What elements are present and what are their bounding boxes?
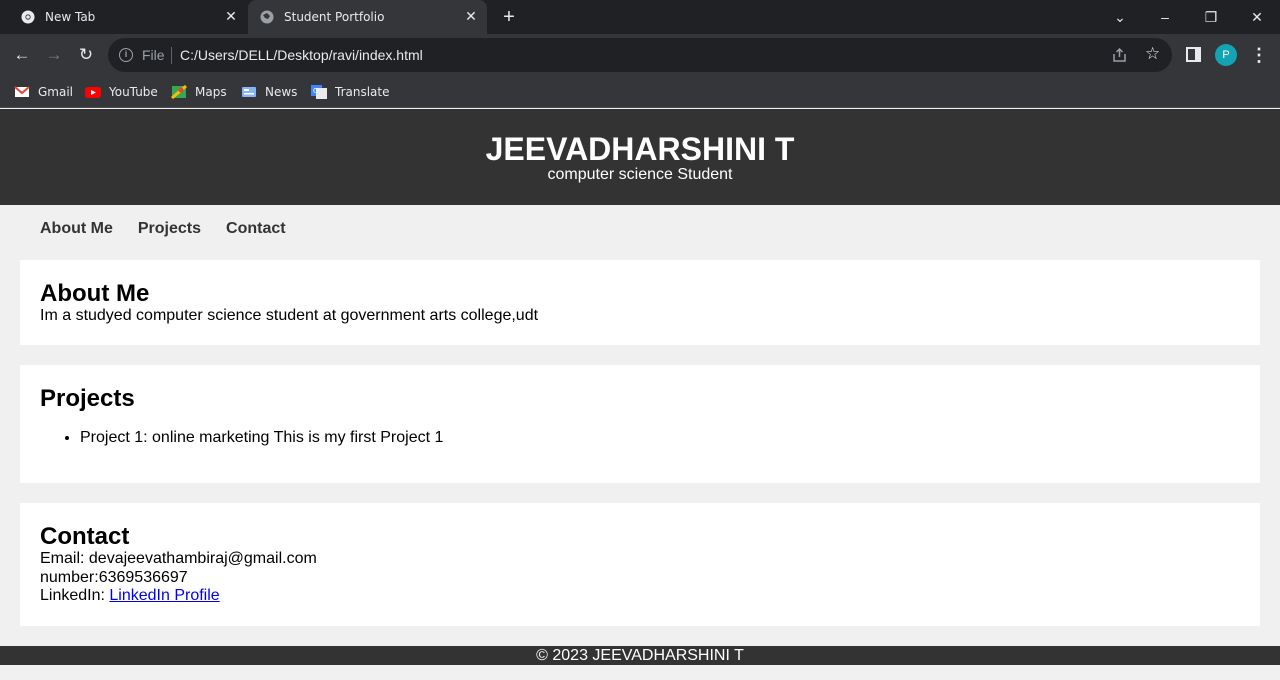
- address-bar[interactable]: i File C:/Users/DELL/Desktop/ravi/index.…: [108, 38, 1172, 72]
- about-section: About Me Im a studyed computer science s…: [20, 260, 1260, 345]
- phone-number: number:6369536697: [40, 569, 188, 586]
- nav-link-about[interactable]: About Me: [40, 220, 113, 240]
- bookmark-maps[interactable]: Maps: [171, 83, 227, 101]
- bookmark-label: Gmail: [38, 85, 74, 99]
- email-label: Email:: [40, 550, 85, 567]
- bookmarks-bar: Gmail YouTube Maps News G Translate: [0, 76, 1280, 108]
- projects-heading: Projects: [40, 385, 135, 412]
- bookmark-label: News: [265, 85, 298, 99]
- bookmark-label: Translate: [335, 85, 390, 99]
- site-header: JEEVADHARSHINI T computer science Studen…: [0, 109, 1280, 205]
- contact-section: Contact Email: devajeevathambiraj@gmail.…: [20, 503, 1260, 626]
- contact-heading: Contact: [40, 523, 130, 550]
- linkedin-label: LinkedIn:: [40, 587, 105, 604]
- tab-strip: New Tab ✕ Student Portfolio ✕ + ⌄ – ❐ ✕: [0, 0, 1280, 34]
- bookmark-star-icon[interactable]: ☆: [1145, 45, 1163, 63]
- site-title: JEEVADHARSHINI T: [485, 131, 795, 167]
- chrome-icon: [21, 10, 35, 24]
- list-item: Project 1: online marketing This is my f…: [80, 429, 443, 447]
- close-tab-icon[interactable]: ✕: [463, 9, 479, 25]
- share-icon[interactable]: [1112, 47, 1128, 63]
- site-nav: About Me Projects Contact: [40, 220, 311, 240]
- url-text[interactable]: C:/Users/DELL/Desktop/ravi/index.html: [180, 47, 423, 63]
- maps-icon: [171, 84, 187, 100]
- new-tab-button[interactable]: +: [499, 7, 519, 27]
- globe-icon: [260, 10, 274, 24]
- bookmark-gmail[interactable]: Gmail: [14, 83, 73, 101]
- divider: [171, 47, 172, 64]
- translate-icon: G: [311, 85, 327, 99]
- close-tab-icon[interactable]: ✕: [223, 9, 239, 25]
- tab-new-tab[interactable]: New Tab ✕: [0, 0, 247, 34]
- about-text: Im a studyed computer science student at…: [40, 307, 539, 324]
- bookmark-translate[interactable]: G Translate: [311, 83, 390, 101]
- side-panel-icon[interactable]: [1186, 47, 1201, 62]
- news-icon: [241, 85, 257, 99]
- minimize-button[interactable]: –: [1154, 6, 1176, 28]
- nav-link-contact[interactable]: Contact: [226, 220, 286, 240]
- bookmark-label: Maps: [195, 85, 227, 99]
- email-value: devajeevathambiraj@gmail.com: [88, 550, 317, 567]
- bookmark-news[interactable]: News: [241, 83, 297, 101]
- about-heading: About Me: [40, 280, 150, 307]
- bookmark-label: YouTube: [109, 85, 158, 99]
- site-tagline: computer science Student: [547, 166, 733, 183]
- gmail-icon: [14, 85, 30, 99]
- projects-section: Projects Project 1: online marketing Thi…: [20, 365, 1260, 483]
- linkedin-link[interactable]: LinkedIn Profile: [109, 587, 219, 604]
- info-icon[interactable]: i: [119, 48, 133, 62]
- scheme-label: File: [142, 47, 165, 63]
- avatar[interactable]: P: [1215, 44, 1237, 66]
- linkedin-line: LinkedIn: LinkedIn Profile: [40, 587, 220, 605]
- youtube-icon: [85, 85, 101, 99]
- restore-button[interactable]: ❐: [1200, 6, 1222, 28]
- tab-search-icon[interactable]: ⌄: [1109, 6, 1131, 28]
- email-line: Email: devajeevathambiraj@gmail.com: [40, 550, 317, 568]
- close-window-button[interactable]: ✕: [1246, 6, 1268, 28]
- back-button[interactable]: ←: [11, 44, 33, 66]
- more-menu-icon[interactable]: ⋮: [1250, 44, 1268, 66]
- tab-student-portfolio[interactable]: Student Portfolio ✕: [248, 0, 487, 34]
- tab-title: Student Portfolio: [284, 10, 385, 24]
- tab-title: New Tab: [45, 10, 96, 24]
- site-footer: © 2023 JEEVADHARSHINI T: [0, 646, 1280, 665]
- page-viewport: JEEVADHARSHINI T computer science Studen…: [0, 109, 1280, 680]
- nav-link-projects[interactable]: Projects: [138, 220, 201, 240]
- svg-text:G: G: [313, 87, 318, 95]
- projects-list: Project 1: online marketing This is my f…: [80, 429, 443, 447]
- forward-button[interactable]: →: [43, 44, 65, 66]
- browser-toolbar: ← → ↻ i File C:/Users/DELL/Desktop/ravi/…: [0, 34, 1280, 76]
- bookmark-youtube[interactable]: YouTube: [85, 83, 158, 101]
- reload-button[interactable]: ↻: [75, 44, 97, 66]
